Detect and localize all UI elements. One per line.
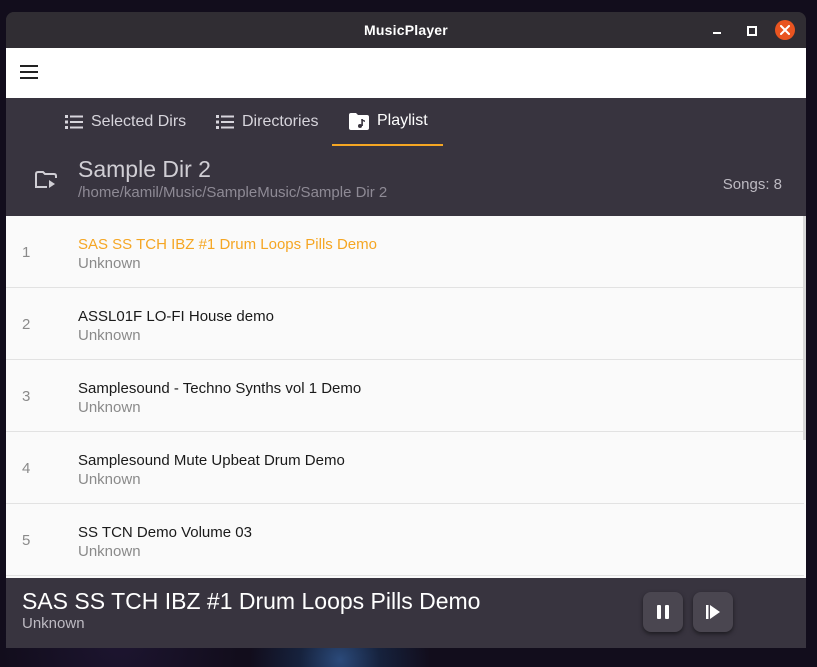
track-number: 4: [22, 460, 31, 477]
songs-count: Songs: 8: [722, 176, 782, 193]
play-next-button[interactable]: [693, 592, 733, 632]
pause-button[interactable]: [643, 592, 683, 632]
list-item[interactable]: 1 SAS SS TCH IBZ #1 Drum Loops Pills Dem…: [6, 216, 804, 288]
app-bar: [6, 48, 806, 98]
list-icon: [65, 114, 83, 130]
tab-playlist-label: Playlist: [377, 112, 428, 129]
track-title: ASSL01F LO-FI House demo: [78, 308, 274, 325]
tab-selected-dirs[interactable]: Selected Dirs: [48, 98, 203, 146]
hamburger-menu-icon[interactable]: [20, 65, 40, 81]
music-folder-icon: [349, 112, 369, 130]
minimize-button[interactable]: [707, 20, 727, 40]
window-title: MusicPlayer: [364, 22, 448, 38]
tab-directories-label: Directories: [242, 113, 319, 130]
player-bar: SAS SS TCH IBZ #1 Drum Loops Pills Demo …: [6, 578, 806, 648]
list-icon: [216, 114, 234, 130]
close-icon: [780, 25, 790, 35]
track-number: 1: [22, 244, 31, 261]
track-title: Samplesound - Techno Synths vol 1 Demo: [78, 380, 362, 397]
list-item[interactable]: 2 ASSL01F LO-FI House demo Unknown: [6, 288, 804, 360]
now-playing-title: SAS SS TCH IBZ #1 Drum Loops Pills Demo: [22, 588, 481, 614]
maximize-button[interactable]: [741, 20, 761, 40]
tab-playlist[interactable]: Playlist: [332, 98, 443, 146]
track-artist: Unknown: [78, 543, 141, 560]
close-button[interactable]: [775, 20, 795, 40]
track-number: 3: [22, 388, 31, 405]
directory-header: Sample Dir 2 /home/kamil/Music/SampleMus…: [6, 146, 806, 216]
tab-selected-dirs-label: Selected Dirs: [91, 113, 187, 130]
track-title: SS TCN Demo Volume 03: [78, 524, 252, 541]
now-playing-artist: Unknown: [22, 615, 85, 632]
list-item[interactable]: 5 SS TCN Demo Volume 03 Unknown: [6, 504, 804, 576]
folder-play-icon[interactable]: [35, 170, 57, 195]
scrollbar[interactable]: [803, 216, 806, 440]
track-artist: Unknown: [78, 327, 141, 344]
play-next-icon: [706, 605, 720, 619]
tab-bar: Selected Dirs Directories Playlist: [6, 98, 806, 146]
track-title: Samplesound Mute Upbeat Drum Demo: [78, 452, 345, 469]
track-artist: Unknown: [78, 255, 141, 272]
song-list[interactable]: 1 SAS SS TCH IBZ #1 Drum Loops Pills Dem…: [6, 216, 806, 578]
app-window: MusicPlayer Selected Dirs Directories Pl…: [6, 12, 806, 648]
directory-path: /home/kamil/Music/SampleMusic/Sample Dir…: [78, 184, 388, 201]
list-item[interactable]: 3 Samplesound - Techno Synths vol 1 Demo…: [6, 360, 804, 432]
track-artist: Unknown: [78, 399, 141, 416]
track-number: 5: [22, 532, 31, 549]
tab-directories[interactable]: Directories: [199, 98, 335, 146]
list-item[interactable]: 4 Samplesound Mute Upbeat Drum Demo Unkn…: [6, 432, 804, 504]
title-bar[interactable]: MusicPlayer: [6, 12, 806, 48]
track-number: 2: [22, 316, 31, 333]
pause-icon: [657, 605, 669, 619]
track-title: SAS SS TCH IBZ #1 Drum Loops Pills Demo: [78, 236, 377, 253]
directory-name: Sample Dir 2: [78, 156, 211, 182]
track-artist: Unknown: [78, 471, 141, 488]
